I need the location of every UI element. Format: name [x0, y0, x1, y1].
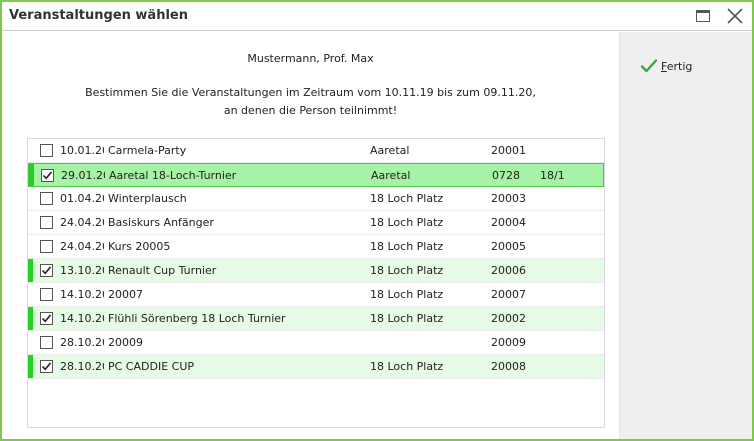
event-number: 20006 [491, 264, 526, 277]
title-bar[interactable]: Veranstaltungen wählen [2, 2, 752, 31]
event-row[interactable]: 01.04.20 Winterplausch 18 Loch Platz 20003 [28, 187, 604, 211]
event-date: 01.04.20 [60, 192, 104, 205]
event-checkbox[interactable] [40, 192, 53, 205]
checkmark-icon [42, 171, 53, 180]
event-number: 20003 [491, 192, 526, 205]
event-date: 14.10.20 [60, 312, 104, 325]
event-place: 18 Loch Platz [370, 192, 444, 205]
event-checkbox[interactable] [40, 144, 53, 157]
event-checkbox[interactable] [40, 264, 53, 277]
instruction-line-2: an denen die Person teilnimmt! [223, 104, 398, 117]
checkmark-icon [41, 314, 52, 323]
event-checkbox[interactable] [40, 336, 53, 349]
event-row[interactable]: 28.10.20 PC CADDIE CUP 18 Loch Platz 20008 [28, 355, 604, 379]
event-name: 20009 [108, 336, 143, 349]
dialog-window: Veranstaltungen wählen Mustermann, Prof.… [0, 0, 754, 441]
selected-marker [29, 164, 34, 186]
instruction-line-1: Bestimmen Sie die Veranstaltungen im Zei… [85, 86, 536, 99]
event-name: Aaretal 18-Loch-Turnier [109, 169, 237, 182]
event-date: 28.10.20 [60, 360, 104, 373]
event-row[interactable]: 14.10.20 Flühli Sörenberg 18 Loch Turnier… [28, 307, 604, 331]
event-name: Flühli Sörenberg 18 Loch Turnier [108, 312, 286, 325]
event-list[interactable]: 10.01.20 Carmela-Party Aaretal 20001 29.01.2… [27, 138, 605, 428]
main-panel: Mustermann, Prof. Max Bestimmen Sie die … [2, 32, 619, 439]
checkmark-icon [41, 362, 52, 371]
selected-marker [28, 259, 33, 282]
event-date: 28.10.20 [60, 336, 104, 349]
event-checkbox[interactable] [41, 169, 54, 182]
event-row[interactable]: 24.04.20 Kurs 20005 18 Loch Platz 20005 [28, 235, 604, 259]
fertig-label: Fertig [661, 60, 693, 73]
maximize-icon [696, 10, 710, 22]
event-name: Carmela-Party [108, 144, 187, 157]
event-name: Basiskurs Anfänger [108, 216, 214, 229]
event-name: Kurs 20005 [108, 240, 171, 253]
event-name: Winterplausch [108, 192, 187, 205]
event-place: 18 Loch Platz [370, 240, 444, 253]
event-date: 13.10.20 [60, 264, 104, 277]
checkmark-icon [41, 266, 52, 275]
event-row[interactable]: 29.01.20 Aaretal 18-Loch-Turnier Aaretal 07… [28, 163, 604, 187]
event-place: Aaretal [370, 144, 410, 157]
event-date: 10.01.20 [60, 144, 104, 157]
event-row[interactable]: 13.10.20 Renault Cup Turnier 18 Loch Platz… [28, 259, 604, 283]
event-date: 24.04.20 [60, 216, 104, 229]
event-row[interactable]: 14.10.20 20007 18 Loch Platz 20007 [28, 283, 604, 307]
event-date: 24.04.20 [60, 240, 104, 253]
window-title: Veranstaltungen wählen [9, 8, 188, 23]
event-extra: 18/1 [540, 169, 565, 182]
event-number: 20001 [491, 144, 526, 157]
event-row[interactable]: 28.10.20 20009 20009 [28, 331, 604, 355]
event-number: 20007 [491, 288, 526, 301]
event-row[interactable]: 24.04.20 Basiskurs Anfänger 18 Loch Platz 2… [28, 211, 604, 235]
event-date: 14.10.20 [60, 288, 104, 301]
event-name: Renault Cup Turnier [108, 264, 217, 277]
event-number: 20005 [491, 240, 526, 253]
event-number: 20004 [491, 216, 526, 229]
maximize-button[interactable] [692, 5, 714, 27]
event-number: 20008 [491, 360, 526, 373]
selected-marker [28, 307, 33, 330]
selected-marker [28, 355, 33, 378]
person-name: Mustermann, Prof. Max [247, 52, 374, 65]
event-name: PC CADDIE CUP [108, 360, 195, 373]
event-name: 20007 [108, 288, 143, 301]
event-row[interactable]: 10.01.20 Carmela-Party Aaretal 20001 [28, 139, 604, 163]
action-sidebar: Fertig [619, 32, 752, 439]
event-place: 18 Loch Platz [370, 288, 444, 301]
event-checkbox[interactable] [40, 240, 53, 253]
event-place: 18 Loch Platz [370, 312, 444, 325]
event-checkbox[interactable] [40, 312, 53, 325]
event-checkbox[interactable] [40, 360, 53, 373]
event-number: 20002 [491, 312, 526, 325]
event-date: 29.01.20 [61, 169, 105, 182]
event-number: 20009 [491, 336, 526, 349]
close-button[interactable] [724, 5, 746, 27]
check-icon [640, 59, 658, 73]
event-place: 18 Loch Platz [370, 216, 444, 229]
event-number: 0728 [492, 169, 520, 182]
event-place: Aaretal [371, 169, 411, 182]
event-place: 18 Loch Platz [370, 360, 444, 373]
close-icon [727, 8, 743, 24]
event-place: 18 Loch Platz [370, 264, 444, 277]
event-checkbox[interactable] [40, 216, 53, 229]
event-checkbox[interactable] [40, 288, 53, 301]
